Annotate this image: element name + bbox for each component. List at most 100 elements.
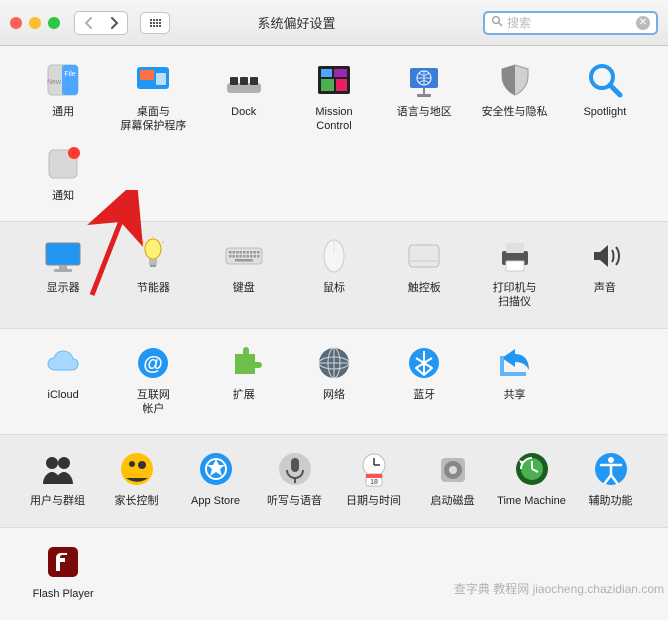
pref-label: 显示器 [47,282,80,296]
pref-extensions[interactable]: 扩展 [199,341,289,417]
pref-label: Time Machine [497,495,566,509]
pref-notifications[interactable]: 通知 [18,142,108,204]
pref-label: 家长控制 [115,495,159,509]
chevron-right-icon [112,18,117,28]
window-title: 系统偏好设置 [118,13,475,32]
search-icon [491,15,503,30]
pref-label: 共享 [504,389,526,403]
datetime-icon: 18 [352,447,396,491]
watermark: 查字典 教程网 jiaocheng.chazidian.com [454,582,664,596]
section-row: iCloud @ 互联网 帐户 扩展 网络 蓝牙 共享 [0,329,668,436]
dock-icon [222,58,266,102]
pref-label: 节能器 [137,282,170,296]
desktop-icon [131,58,175,102]
svg-text:18: 18 [370,479,378,486]
trackpad-icon [402,234,446,278]
pref-sound[interactable]: 声音 [560,234,650,310]
general-icon: FileNew [41,58,85,102]
svg-text:File: File [65,71,76,78]
notifications-icon [41,142,85,186]
mission-icon [312,58,356,102]
pref-energy[interactable]: 节能器 [108,234,198,310]
network-icon [312,341,356,385]
dictation-icon [273,447,317,491]
pref-datetime[interactable]: 18 日期与时间 [334,447,413,509]
pref-timemachine[interactable]: Time Machine [492,447,571,509]
zoom-button[interactable] [48,17,60,29]
pref-dictation[interactable]: 听写与语音 [255,447,334,509]
pref-label: 辅助功能 [589,495,633,509]
sharing-icon [493,341,537,385]
parental-icon [115,447,159,491]
pref-label: 打印机与 扫描仪 [493,282,537,310]
pref-mission[interactable]: Mission Control [289,58,379,134]
pref-network[interactable]: 网络 [289,341,379,417]
pref-sharing[interactable]: 共享 [469,341,559,417]
section-row: Flash Player [0,528,668,620]
pref-flash[interactable]: Flash Player [18,540,108,602]
pref-label: 蓝牙 [413,389,435,403]
pref-label: 语言与地区 [397,106,452,120]
pref-appstore[interactable]: App Store [176,447,255,509]
pref-spotlight[interactable]: Spotlight [560,58,650,134]
pref-parental[interactable]: 家长控制 [97,447,176,509]
window-controls [10,17,60,29]
pref-bluetooth[interactable]: 蓝牙 [379,341,469,417]
pref-accessibility[interactable]: 辅助功能 [571,447,650,509]
pref-label: 通知 [52,190,74,204]
pref-label: App Store [191,495,240,509]
svg-text:New: New [47,79,62,86]
section-row: 显示器 节能器 键盘 鼠标 触控板 打印机与 扫描仪 声音 [0,222,668,329]
close-button[interactable] [10,17,22,29]
pref-label: 日期与时间 [346,495,401,509]
pref-desktop[interactable]: 桌面与 屏幕保护程序 [108,58,198,134]
extensions-icon [222,341,266,385]
pref-label: 安全性与隐私 [482,106,548,120]
internet-icon: @ [131,341,175,385]
pref-label: 网络 [323,389,345,403]
search-field[interactable]: 搜索 ✕ [483,11,658,35]
pref-displays[interactable]: 显示器 [18,234,108,310]
pref-label: 启动磁盘 [431,495,475,509]
minimize-button[interactable] [29,17,41,29]
pref-label: 桌面与 屏幕保护程序 [120,106,186,134]
sound-icon [583,234,627,278]
accessibility-icon [589,447,633,491]
pref-label: Flash Player [33,588,94,602]
search-placeholder: 搜索 [507,14,632,31]
back-button[interactable] [75,12,101,34]
pref-users[interactable]: 用户与群组 [18,447,97,509]
users-icon [36,447,80,491]
pref-label: iCloud [48,389,79,403]
pref-startup[interactable]: 启动磁盘 [413,447,492,509]
pref-label: 触控板 [408,282,441,296]
titlebar: 系统偏好设置 搜索 ✕ [0,0,668,46]
pref-language[interactable]: 语言与地区 [379,58,469,134]
pref-keyboard[interactable]: 键盘 [199,234,289,310]
mouse-icon [312,234,356,278]
printers-icon [493,234,537,278]
pref-internet[interactable]: @ 互联网 帐户 [108,341,198,417]
pref-label: 声音 [594,282,616,296]
pref-trackpad[interactable]: 触控板 [379,234,469,310]
pref-mouse[interactable]: 鼠标 [289,234,379,310]
pref-icloud[interactable]: iCloud [18,341,108,417]
pref-label: 听写与语音 [267,495,322,509]
pref-label: 互联网 帐户 [137,389,170,417]
pref-label: 鼠标 [323,282,345,296]
icloud-icon [41,341,85,385]
pref-label: Spotlight [583,106,626,120]
clear-search-icon[interactable]: ✕ [636,16,650,30]
pref-label: 键盘 [233,282,255,296]
pref-general[interactable]: FileNew 通用 [18,58,108,134]
language-icon [402,58,446,102]
section-row: FileNew 通用 桌面与 屏幕保护程序 Dock Mission Control 语言… [0,46,668,222]
pref-dock[interactable]: Dock [199,58,289,134]
pref-label: 通用 [52,106,74,120]
pref-security[interactable]: 安全性与隐私 [469,58,559,134]
pref-label: Dock [231,106,256,120]
spotlight-icon [583,58,627,102]
svg-text:@: @ [144,353,164,375]
pref-label: 扩展 [233,389,255,403]
pref-printers[interactable]: 打印机与 扫描仪 [469,234,559,310]
